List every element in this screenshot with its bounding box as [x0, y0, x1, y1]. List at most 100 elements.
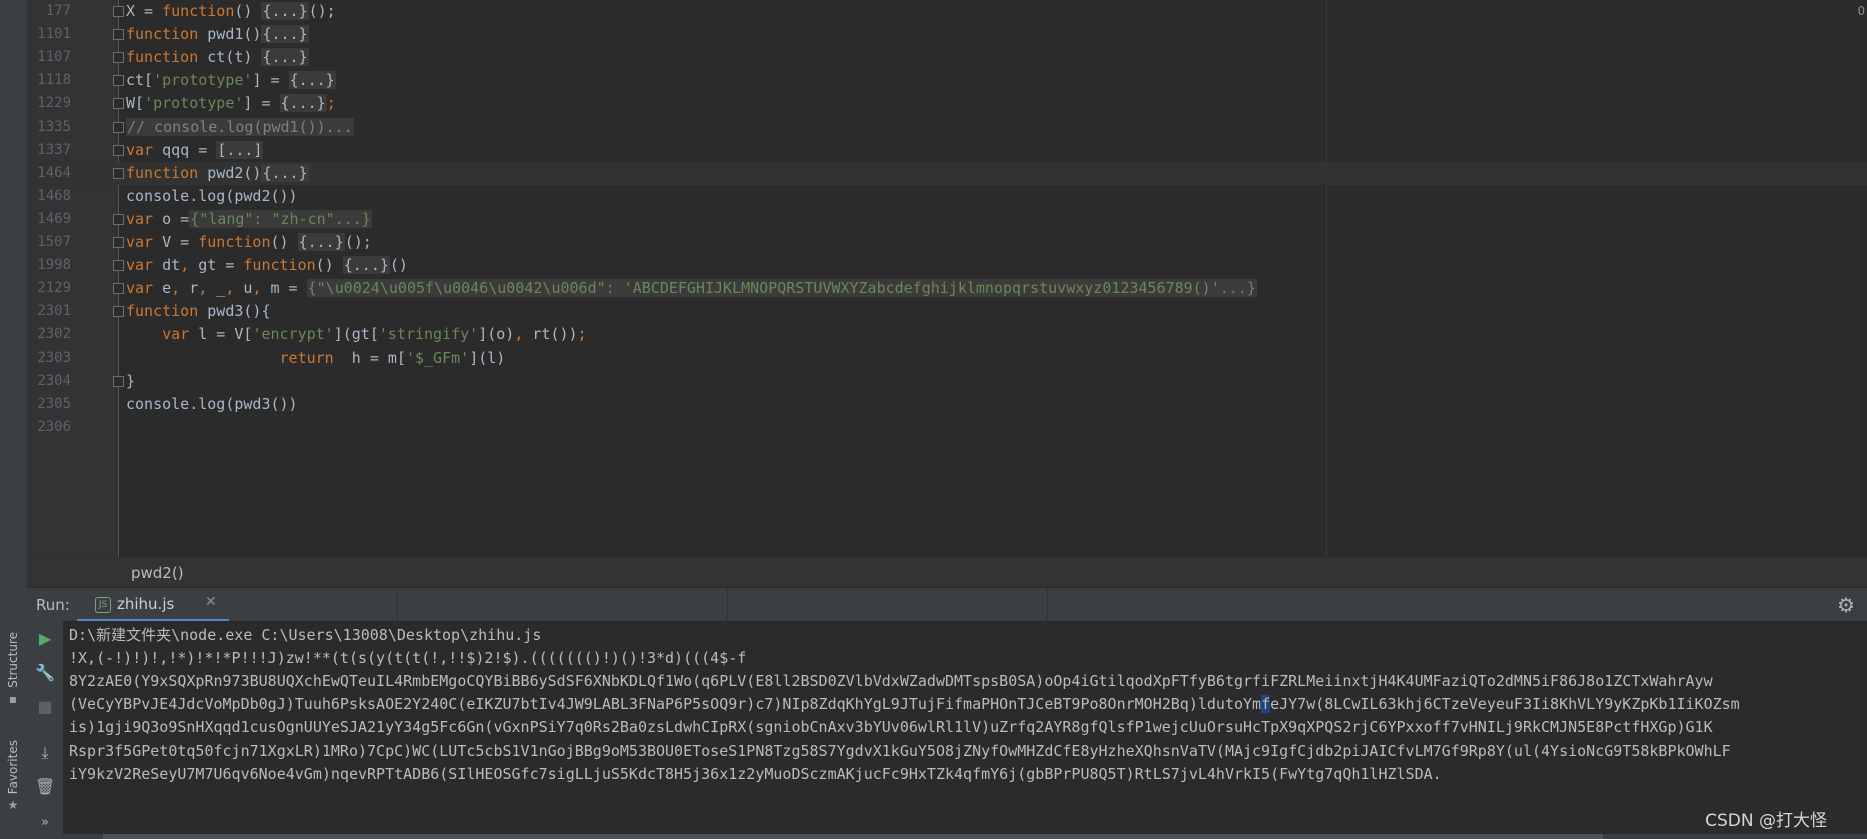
stop-icon[interactable]: ■ [35, 697, 55, 717]
console-line: Rspr3f5GPet0tq50fcjn71XgxLR)1MRo)7CpC)WC… [69, 741, 1731, 760]
code-line[interactable]: 2305 console.log(pwd3()) [27, 393, 1867, 416]
scroll-to-end-icon[interactable]: ⤓ [35, 743, 55, 763]
code-line[interactable]: 1118 ct['prototype'] = {...} [27, 69, 1867, 92]
structure-tab[interactable]: Structure ▪ [2, 632, 24, 706]
code-text: function pwd2(){...} [126, 163, 309, 182]
fold-toggle-icon[interactable] [113, 6, 124, 18]
breadcrumb: pwd2() [27, 557, 1867, 588]
fold-toggle-icon[interactable] [113, 306, 124, 318]
line-number: 1507 [37, 234, 71, 250]
code-text: return h = m['$_GFm'](l) [279, 348, 506, 367]
code-text: var V = function() {...}(); [126, 233, 372, 251]
run-tab-zhihu[interactable]: JS zhihu.js ✕ [77, 588, 229, 622]
fold-toggle-icon[interactable] [113, 167, 124, 179]
header-divider [727, 588, 728, 622]
code-line[interactable]: 177 X = function() {...}(); [27, 0, 1867, 23]
rerun-icon[interactable]: ▶ [35, 629, 55, 649]
code-line[interactable]: 1337 var qqq = [...] [27, 139, 1867, 162]
console-line: D:\新建文件夹\node.exe C:\Users\13008\Desktop… [69, 626, 542, 644]
more-chevron-icon[interactable]: » [35, 813, 55, 833]
scrollbar-thumb[interactable] [103, 834, 1603, 839]
code-line[interactable]: 2304} [27, 370, 1867, 393]
line-number: 2301 [37, 303, 71, 320]
gear-icon[interactable]: ⚙ [1837, 593, 1855, 617]
line-number: 2306 [37, 418, 71, 435]
console-output[interactable]: D:\新建文件夹\node.exe C:\Users\13008\Desktop… [63, 621, 1867, 834]
favorites-tab[interactable]: Favorites ★ [2, 740, 24, 812]
code-text: function pwd1(){...} [126, 25, 309, 44]
fold-toggle-icon[interactable] [113, 213, 124, 225]
watermark: CSDN @打大怪 [1705, 811, 1827, 831]
code-line[interactable]: 1469 var o ={"lang": "zh-cn"...} [27, 208, 1867, 231]
line-number: 1337 [37, 141, 71, 158]
fold-toggle-icon[interactable] [113, 98, 124, 110]
code-line[interactable]: 2303 return h = m['$_GFm'](l) [27, 347, 1867, 370]
code-text: // console.log(pwd1())... [126, 117, 354, 136]
code-text: X = function() {...}(); [126, 2, 336, 20]
code-text: function pwd3(){ [126, 302, 271, 321]
code-line[interactable]: 1468 console.log(pwd2()) [27, 185, 1867, 208]
line-number: 177 [45, 3, 71, 19]
fold-toggle-icon[interactable] [113, 121, 124, 133]
fold-toggle-icon[interactable] [113, 52, 124, 64]
code-line[interactable]: 1507 var V = function() {...}(); [27, 231, 1867, 254]
code-text: } [126, 371, 136, 390]
line-number: 1118 [37, 72, 71, 89]
code-line[interactable]: 1998 var dt, gt = function() {...}() [27, 254, 1867, 277]
fold-toggle-icon[interactable] [113, 260, 124, 272]
console-line: is)1gji9Q3o9SnHXqqd1cusOgnUUYeSJA21yY34g… [69, 718, 1713, 737]
line-number: 1101 [37, 26, 71, 43]
console-line: (VeCyYBPvJE4JdcVoMpDb0gJ)Tuuh6PsksAOE2Y2… [69, 695, 1740, 714]
nodejs-file-icon: JS [95, 597, 111, 613]
code-line[interactable]: 1107 function ct(t) {...} [27, 46, 1867, 69]
code-text: var qqq = [...] [126, 140, 264, 159]
line-number: 1107 [37, 49, 71, 66]
favorites-tab-label: Favorites [6, 740, 20, 795]
code-line[interactable]: 1335 // console.log(pwd1())... [27, 116, 1867, 139]
star-icon: ★ [7, 798, 19, 813]
header-divider [1047, 588, 1048, 622]
fold-toggle-icon[interactable] [113, 283, 124, 295]
fold-toggle-icon[interactable] [113, 375, 124, 387]
code-line[interactable]: 2129 var e, r, _, u, m = {"\u0024\u005f\u… [27, 277, 1867, 300]
close-icon[interactable]: ✕ [205, 594, 217, 610]
line-number: 1469 [37, 210, 71, 227]
code-text: var l = V['encrypt'](gt['stringify'](o),… [162, 325, 587, 344]
code-text: var e, r, _, u, m = {"\u0024\u005f\u0046… [126, 279, 1257, 298]
breadcrumb-item[interactable]: pwd2() [131, 564, 184, 582]
line-number: 1464 [37, 164, 71, 181]
fold-toggle-icon[interactable] [113, 29, 124, 41]
fold-toggle-icon[interactable] [113, 237, 124, 249]
line-number: 2303 [37, 349, 71, 366]
code-text: var o ={"lang": "zh-cn"...} [126, 209, 372, 228]
code-text: ct['prototype'] = {...} [126, 71, 336, 90]
console-line: 8Y2zAE0(Y9xSQXpRn973BU8UQXchEwQTeuIL4Rmb… [69, 672, 1713, 691]
console-line: !X,(-!)!)!,!*)!*!*P!!!J)zw!**(t(s(y(t(t(… [69, 649, 747, 668]
line-number: 2304 [37, 372, 71, 389]
wrench-icon[interactable]: 🔧 [35, 663, 55, 683]
code-editor[interactable]: 177 X = function() {...}(); 1101 function p… [27, 0, 1867, 557]
horizontal-scrollbar[interactable] [63, 834, 1867, 839]
code-line[interactable]: 2306 [27, 416, 1867, 439]
trash-icon[interactable]: 🗑 [35, 777, 55, 797]
header-divider [397, 588, 398, 622]
code-text: console.log(pwd3()) [126, 394, 298, 413]
structure-icon: ▪ [8, 691, 18, 706]
run-tool-window-header: Run: JS zhihu.js ✕ ⚙ [27, 587, 1867, 622]
run-toolbar: ▶ 🔧 ■ ⤓ 🗑 » [27, 621, 64, 839]
code-text: W['prototype'] = {...}; [126, 94, 336, 113]
code-text: console.log(pwd2()) [126, 186, 298, 205]
line-number: 1468 [37, 187, 71, 204]
code-line[interactable]: 2302 var l = V['encrypt'](gt['stringify'… [27, 323, 1867, 346]
fold-toggle-icon[interactable] [113, 75, 124, 87]
code-line[interactable]: 2301 function pwd3(){ [27, 300, 1867, 323]
run-tab-label: zhihu.js [117, 595, 175, 613]
left-tool-stripe: Structure ▪ Favorites ★ [0, 0, 28, 839]
code-line[interactable]: 1101 function pwd1(){...} [27, 23, 1867, 46]
line-number: 2302 [37, 326, 71, 343]
fold-toggle-icon[interactable] [113, 144, 124, 156]
line-number: 1229 [37, 95, 71, 112]
code-line[interactable]: 1464 function pwd2(){...} [27, 161, 1867, 185]
code-line[interactable]: 1229 W['prototype'] = {...}; [27, 92, 1867, 115]
run-label: Run: [36, 596, 70, 614]
